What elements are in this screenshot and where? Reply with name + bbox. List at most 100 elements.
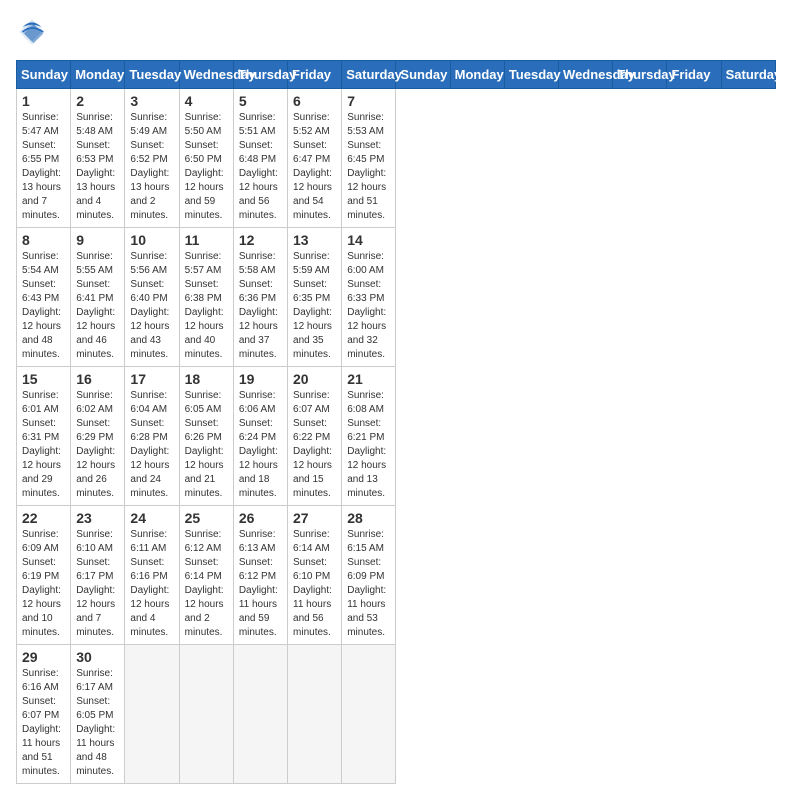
day-number: 17 bbox=[130, 371, 173, 387]
column-header-wednesday: Wednesday bbox=[179, 61, 233, 89]
calendar-cell: 25 Sunrise: 6:12 AMSunset: 6:14 PMDaylig… bbox=[179, 506, 233, 645]
calendar-cell: 18 Sunrise: 6:05 AMSunset: 6:26 PMDaylig… bbox=[179, 367, 233, 506]
calendar-week-row: 8 Sunrise: 5:54 AMSunset: 6:43 PMDayligh… bbox=[17, 228, 776, 367]
day-number: 14 bbox=[347, 232, 390, 248]
calendar-cell: 5 Sunrise: 5:51 AMSunset: 6:48 PMDayligh… bbox=[233, 89, 287, 228]
day-number: 25 bbox=[185, 510, 228, 526]
calendar-cell: 30 Sunrise: 6:17 AMSunset: 6:05 PMDaylig… bbox=[71, 645, 125, 784]
calendar-week-row: 1 Sunrise: 5:47 AMSunset: 6:55 PMDayligh… bbox=[17, 89, 776, 228]
day-number: 20 bbox=[293, 371, 336, 387]
col-header-thursday: Thursday bbox=[613, 61, 667, 89]
calendar-cell bbox=[179, 645, 233, 784]
day-number: 12 bbox=[239, 232, 282, 248]
calendar-cell: 21 Sunrise: 6:08 AMSunset: 6:21 PMDaylig… bbox=[342, 367, 396, 506]
day-number: 29 bbox=[22, 649, 65, 665]
calendar-cell: 2 Sunrise: 5:48 AMSunset: 6:53 PMDayligh… bbox=[71, 89, 125, 228]
calendar-cell: 19 Sunrise: 6:06 AMSunset: 6:24 PMDaylig… bbox=[233, 367, 287, 506]
calendar-cell: 12 Sunrise: 5:58 AMSunset: 6:36 PMDaylig… bbox=[233, 228, 287, 367]
day-number: 9 bbox=[76, 232, 119, 248]
col-header-saturday: Saturday bbox=[721, 61, 775, 89]
cell-info: Sunrise: 5:50 AMSunset: 6:50 PMDaylight:… bbox=[185, 111, 228, 223]
calendar-cell: 24 Sunrise: 6:11 AMSunset: 6:16 PMDaylig… bbox=[125, 506, 179, 645]
calendar-cell: 17 Sunrise: 6:04 AMSunset: 6:28 PMDaylig… bbox=[125, 367, 179, 506]
cell-info: Sunrise: 5:59 AMSunset: 6:35 PMDaylight:… bbox=[293, 250, 336, 362]
cell-info: Sunrise: 5:55 AMSunset: 6:41 PMDaylight:… bbox=[76, 250, 119, 362]
calendar-week-row: 22 Sunrise: 6:09 AMSunset: 6:19 PMDaylig… bbox=[17, 506, 776, 645]
column-header-friday: Friday bbox=[288, 61, 342, 89]
calendar-cell bbox=[125, 645, 179, 784]
logo-icon bbox=[16, 16, 48, 48]
cell-info: Sunrise: 6:05 AMSunset: 6:26 PMDaylight:… bbox=[185, 389, 228, 501]
cell-info: Sunrise: 6:17 AMSunset: 6:05 PMDaylight:… bbox=[76, 667, 119, 779]
day-number: 5 bbox=[239, 93, 282, 109]
calendar-table: SundayMondayTuesdayWednesdayThursdayFrid… bbox=[16, 60, 776, 784]
calendar-cell: 23 Sunrise: 6:10 AMSunset: 6:17 PMDaylig… bbox=[71, 506, 125, 645]
calendar-cell: 4 Sunrise: 5:50 AMSunset: 6:50 PMDayligh… bbox=[179, 89, 233, 228]
day-number: 27 bbox=[293, 510, 336, 526]
calendar-week-row: 15 Sunrise: 6:01 AMSunset: 6:31 PMDaylig… bbox=[17, 367, 776, 506]
day-number: 8 bbox=[22, 232, 65, 248]
day-number: 1 bbox=[22, 93, 65, 109]
cell-info: Sunrise: 6:01 AMSunset: 6:31 PMDaylight:… bbox=[22, 389, 65, 501]
calendar-cell: 10 Sunrise: 5:56 AMSunset: 6:40 PMDaylig… bbox=[125, 228, 179, 367]
day-number: 7 bbox=[347, 93, 390, 109]
day-number: 4 bbox=[185, 93, 228, 109]
cell-info: Sunrise: 5:47 AMSunset: 6:55 PMDaylight:… bbox=[22, 111, 65, 223]
calendar-cell: 13 Sunrise: 5:59 AMSunset: 6:35 PMDaylig… bbox=[288, 228, 342, 367]
calendar-cell bbox=[342, 645, 396, 784]
calendar-cell: 16 Sunrise: 6:02 AMSunset: 6:29 PMDaylig… bbox=[71, 367, 125, 506]
calendar-week-row: 29 Sunrise: 6:16 AMSunset: 6:07 PMDaylig… bbox=[17, 645, 776, 784]
day-number: 28 bbox=[347, 510, 390, 526]
calendar-header-row: SundayMondayTuesdayWednesdayThursdayFrid… bbox=[17, 61, 776, 89]
col-header-friday: Friday bbox=[667, 61, 721, 89]
calendar-cell: 11 Sunrise: 5:57 AMSunset: 6:38 PMDaylig… bbox=[179, 228, 233, 367]
column-header-sunday: Sunday bbox=[17, 61, 71, 89]
calendar-cell: 6 Sunrise: 5:52 AMSunset: 6:47 PMDayligh… bbox=[288, 89, 342, 228]
day-number: 3 bbox=[130, 93, 173, 109]
calendar-cell: 15 Sunrise: 6:01 AMSunset: 6:31 PMDaylig… bbox=[17, 367, 71, 506]
column-header-thursday: Thursday bbox=[233, 61, 287, 89]
col-header-tuesday: Tuesday bbox=[504, 61, 558, 89]
logo bbox=[16, 16, 54, 48]
cell-info: Sunrise: 5:56 AMSunset: 6:40 PMDaylight:… bbox=[130, 250, 173, 362]
calendar-cell: 9 Sunrise: 5:55 AMSunset: 6:41 PMDayligh… bbox=[71, 228, 125, 367]
day-number: 21 bbox=[347, 371, 390, 387]
cell-info: Sunrise: 6:00 AMSunset: 6:33 PMDaylight:… bbox=[347, 250, 390, 362]
calendar-cell: 22 Sunrise: 6:09 AMSunset: 6:19 PMDaylig… bbox=[17, 506, 71, 645]
day-number: 23 bbox=[76, 510, 119, 526]
calendar-cell bbox=[288, 645, 342, 784]
calendar-cell: 20 Sunrise: 6:07 AMSunset: 6:22 PMDaylig… bbox=[288, 367, 342, 506]
cell-info: Sunrise: 6:12 AMSunset: 6:14 PMDaylight:… bbox=[185, 528, 228, 640]
cell-info: Sunrise: 6:11 AMSunset: 6:16 PMDaylight:… bbox=[130, 528, 173, 640]
cell-info: Sunrise: 5:48 AMSunset: 6:53 PMDaylight:… bbox=[76, 111, 119, 223]
cell-info: Sunrise: 5:51 AMSunset: 6:48 PMDaylight:… bbox=[239, 111, 282, 223]
day-number: 18 bbox=[185, 371, 228, 387]
cell-info: Sunrise: 5:54 AMSunset: 6:43 PMDaylight:… bbox=[22, 250, 65, 362]
day-number: 15 bbox=[22, 371, 65, 387]
cell-info: Sunrise: 6:08 AMSunset: 6:21 PMDaylight:… bbox=[347, 389, 390, 501]
cell-info: Sunrise: 6:14 AMSunset: 6:10 PMDaylight:… bbox=[293, 528, 336, 640]
cell-info: Sunrise: 6:02 AMSunset: 6:29 PMDaylight:… bbox=[76, 389, 119, 501]
cell-info: Sunrise: 6:06 AMSunset: 6:24 PMDaylight:… bbox=[239, 389, 282, 501]
col-header-wednesday: Wednesday bbox=[559, 61, 613, 89]
calendar-cell: 29 Sunrise: 6:16 AMSunset: 6:07 PMDaylig… bbox=[17, 645, 71, 784]
cell-info: Sunrise: 6:04 AMSunset: 6:28 PMDaylight:… bbox=[130, 389, 173, 501]
col-header-monday: Monday bbox=[450, 61, 504, 89]
calendar-cell: 7 Sunrise: 5:53 AMSunset: 6:45 PMDayligh… bbox=[342, 89, 396, 228]
column-header-saturday: Saturday bbox=[342, 61, 396, 89]
cell-info: Sunrise: 5:49 AMSunset: 6:52 PMDaylight:… bbox=[130, 111, 173, 223]
cell-info: Sunrise: 6:13 AMSunset: 6:12 PMDaylight:… bbox=[239, 528, 282, 640]
cell-info: Sunrise: 5:57 AMSunset: 6:38 PMDaylight:… bbox=[185, 250, 228, 362]
day-number: 13 bbox=[293, 232, 336, 248]
cell-info: Sunrise: 6:15 AMSunset: 6:09 PMDaylight:… bbox=[347, 528, 390, 640]
day-number: 26 bbox=[239, 510, 282, 526]
column-header-tuesday: Tuesday bbox=[125, 61, 179, 89]
day-number: 16 bbox=[76, 371, 119, 387]
day-number: 2 bbox=[76, 93, 119, 109]
day-number: 30 bbox=[76, 649, 119, 665]
calendar-cell: 14 Sunrise: 6:00 AMSunset: 6:33 PMDaylig… bbox=[342, 228, 396, 367]
calendar-cell: 26 Sunrise: 6:13 AMSunset: 6:12 PMDaylig… bbox=[233, 506, 287, 645]
cell-info: Sunrise: 6:09 AMSunset: 6:19 PMDaylight:… bbox=[22, 528, 65, 640]
calendar-cell: 3 Sunrise: 5:49 AMSunset: 6:52 PMDayligh… bbox=[125, 89, 179, 228]
cell-info: Sunrise: 6:16 AMSunset: 6:07 PMDaylight:… bbox=[22, 667, 65, 779]
